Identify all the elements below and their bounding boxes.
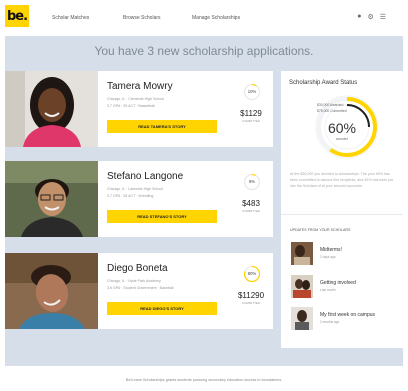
scholar-stats: 3.6 GPA · Student Government · Baseball <box>107 286 174 290</box>
awarded-amount: $30,000 Awarded <box>317 103 344 107</box>
update-title: Midterms! <box>320 247 342 253</box>
update-photo <box>291 242 313 265</box>
header-icons: ● ⚙ ☰ <box>357 13 386 21</box>
progress-percent: 80% <box>247 271 257 276</box>
scholar-name: Tamera Mowry <box>107 81 173 92</box>
update-item[interactable]: My first week on campus 2 months ago <box>291 307 395 331</box>
update-title: Getting involved <box>320 280 356 286</box>
update-photo <box>291 307 313 330</box>
read-story-button[interactable]: READ TAMERA'S STORY <box>107 120 217 133</box>
application-details: Tamera Mowry Chicago, IL · Clemente High… <box>107 71 273 147</box>
scholar-name: Diego Boneta <box>107 263 168 274</box>
user-icon[interactable]: ● <box>357 13 361 21</box>
scholar-location-school: Chicago, IL · Hyde Park Academy <box>107 279 161 283</box>
scholar-stats: 3.7 GPA · 28 ACT · Wrestling <box>107 194 154 198</box>
progress-ring: 10% <box>243 83 261 101</box>
update-photo <box>291 275 313 298</box>
update-time: Last month <box>320 288 336 292</box>
update-item[interactable]: Getting involved Last month <box>291 275 395 299</box>
update-title: My first week on campus <box>320 312 376 318</box>
page-headline: You have 3 new scholarship applications. <box>94 44 314 58</box>
scholar-stats: 3.7 GPA · 25 ACT · Basketball <box>107 104 156 108</box>
application-details: Diego Boneta Chicago, IL · Hyde Park Aca… <box>107 253 273 329</box>
committed-amount: $1129 <box>240 109 262 118</box>
divider <box>281 214 403 215</box>
committed-amount: $11290 <box>237 291 265 300</box>
update-time: 2 days ago <box>320 255 336 259</box>
update-time: 2 months ago <box>320 320 340 324</box>
scholar-photo[interactable] <box>5 161 98 237</box>
application-details: Stefano Langone Chicago, IL · Lakeside H… <box>107 161 273 237</box>
award-percent-label: awarded <box>335 137 349 141</box>
update-item[interactable]: Midterms! 2 days ago <box>291 242 395 266</box>
committed-amount: $483 <box>242 199 260 208</box>
progress-ring: 80% <box>243 265 261 283</box>
scholar-location-school: Chicago, IL · Lakeside High School <box>107 187 164 191</box>
read-story-button[interactable]: READ DIEGO'S STORY <box>107 302 217 315</box>
committed-total: $75,000 Committed <box>317 109 347 113</box>
updates-title: UPDATES FROM YOUR SCHOLARS <box>290 228 351 232</box>
footer-text: Be/Leave Scholarships grants students pu… <box>125 378 283 382</box>
top-bar: be. Scholar Matches Browse Scholars Mana… <box>0 0 408 36</box>
progress-ring: 8% <box>243 173 261 191</box>
scholar-name: Stefano Langone <box>107 171 184 182</box>
committed-label: COMMITTED <box>241 301 261 305</box>
progress-percent: 8% <box>248 179 256 184</box>
scholar-location-school: Chicago, IL · Clemente High School <box>107 97 164 101</box>
application-card: Tamera Mowry Chicago, IL · Clemente High… <box>5 71 273 147</box>
award-percent: 60% <box>327 120 357 136</box>
scholar-photo[interactable] <box>5 253 98 329</box>
award-status-panel: Scholarship Award Status $30,000 Awarded… <box>281 71 403 348</box>
committed-label: COMMITTED <box>241 209 261 213</box>
read-story-button[interactable]: READ STEFANO'S STORY <box>107 210 217 223</box>
progress-percent: 10% <box>247 89 257 94</box>
logo-text: be. <box>6 8 28 24</box>
application-card: Stefano Langone Chicago, IL · Lakeside H… <box>5 161 273 237</box>
award-status-title: Scholarship Award Status <box>289 80 358 86</box>
scholar-photo[interactable] <box>5 71 98 147</box>
nav-browse-scholars[interactable]: Browse Scholars <box>123 15 161 21</box>
menu-icon[interactable]: ☰ <box>380 13 386 21</box>
nav-scholar-matches[interactable]: Scholar Matches <box>52 15 89 21</box>
gear-icon[interactable]: ⚙ <box>367 13 373 21</box>
award-description: At the $30,000 you decided to scholarshi… <box>290 172 394 189</box>
logo[interactable]: be. <box>5 5 29 27</box>
committed-label: COMMITTED <box>241 119 261 123</box>
application-card: Diego Boneta Chicago, IL · Hyde Park Aca… <box>5 253 273 329</box>
nav-manage-scholarships[interactable]: Manage Scholarships <box>192 15 240 21</box>
